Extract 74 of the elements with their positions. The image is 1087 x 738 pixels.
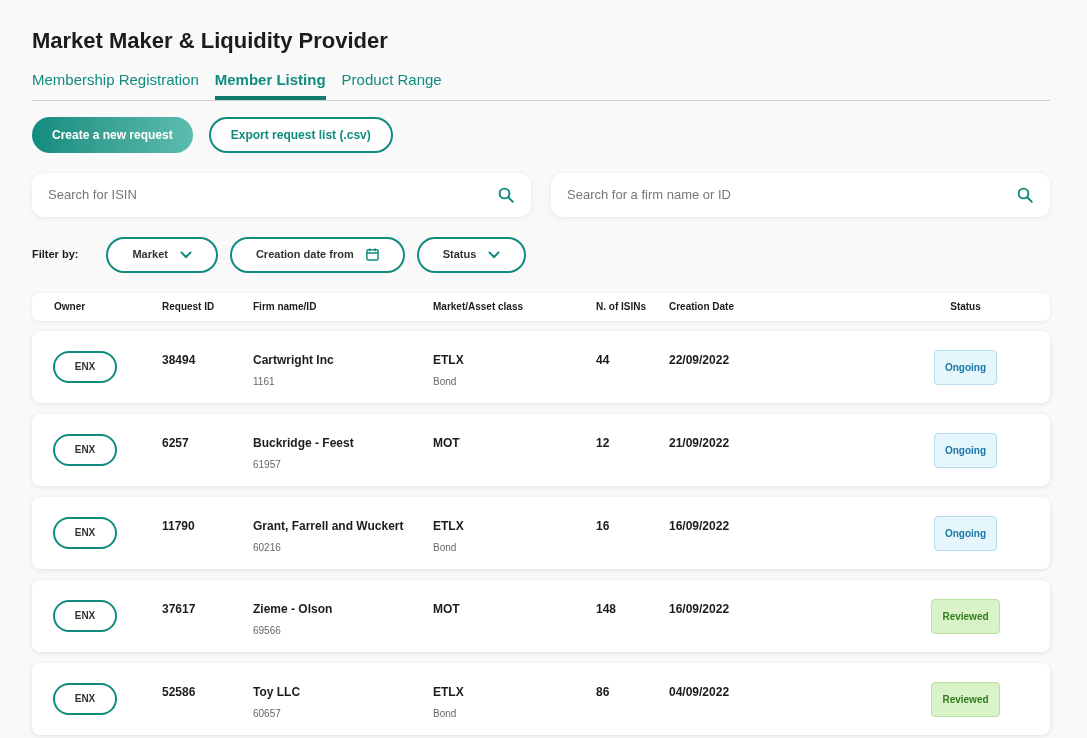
owner-tag: ENX bbox=[53, 516, 117, 549]
request-id: 52586 bbox=[162, 683, 197, 701]
request-id: 37617 bbox=[162, 600, 197, 618]
firm-id: 61957 bbox=[253, 457, 282, 472]
tab[interactable]: Membership Registration bbox=[32, 69, 199, 100]
firm-id: 69566 bbox=[253, 623, 282, 638]
firm-name: Buckridge - Feest bbox=[253, 434, 355, 452]
market: MOT bbox=[433, 434, 461, 452]
firm-id: 60216 bbox=[253, 540, 282, 555]
creation-date: 16/09/2022 bbox=[669, 517, 731, 535]
owner-tag: ENX bbox=[53, 433, 117, 466]
firm-id: 60657 bbox=[253, 706, 282, 721]
status-badge: Reviewed bbox=[931, 681, 1000, 717]
table-row[interactable]: ENX 37617 Zieme - Olson 69566 MOT 148 16/09/2022 Reviewed bbox=[32, 579, 1050, 652]
asset-class: Bond bbox=[433, 374, 458, 389]
column-header: Creation Date bbox=[669, 300, 735, 314]
column-header: N. of ISINs bbox=[596, 300, 647, 314]
table-row[interactable]: ENX 6257 Buckridge - Feest 61957 MOT 12 21/09/2022 Ongoing bbox=[32, 413, 1050, 486]
export-button[interactable]: Export request list (.csv) bbox=[208, 116, 393, 153]
status-badge: Ongoing bbox=[933, 515, 998, 551]
column-header: Firm name/ID bbox=[253, 300, 318, 314]
column-header: Request ID bbox=[162, 300, 216, 314]
status-badge: Reviewed bbox=[931, 598, 1000, 634]
creation-date: 16/09/2022 bbox=[669, 600, 731, 618]
asset-class: Bond bbox=[433, 540, 458, 555]
search-icon bbox=[1016, 185, 1034, 204]
search-field[interactable]: Search for a firm name or ID bbox=[551, 172, 1050, 217]
firm-id: 1161 bbox=[253, 374, 276, 389]
column-header: Status bbox=[949, 300, 982, 314]
filter-label: Status bbox=[442, 247, 477, 263]
filter-label: Market bbox=[132, 247, 168, 263]
market: ETLX bbox=[433, 517, 465, 535]
firm-name: Zieme - Olson bbox=[253, 600, 334, 618]
owner-tag: ENX bbox=[53, 350, 117, 383]
filter-label: Creation date from bbox=[255, 247, 354, 263]
table-row[interactable]: ENX 38494 Cartwright Inc 1161 ETLX Bond 44 22/09/2022 Ongoing bbox=[32, 330, 1050, 403]
chevron-down-icon bbox=[488, 250, 501, 259]
filter-dropdown[interactable]: Market bbox=[106, 236, 218, 273]
chevron-down-icon bbox=[179, 250, 192, 259]
tab[interactable]: Member Listing bbox=[214, 69, 326, 100]
creation-date: 22/09/2022 bbox=[669, 351, 731, 369]
firm-name: Grant, Farrell and Wuckert bbox=[253, 517, 405, 535]
status-badge: Ongoing bbox=[933, 432, 998, 468]
request-id: 6257 bbox=[162, 434, 190, 452]
market: MOT bbox=[433, 600, 461, 618]
request-id: 38494 bbox=[162, 351, 197, 369]
isin-count: 16 bbox=[596, 517, 611, 535]
isin-count: 86 bbox=[596, 683, 611, 701]
column-header: Owner bbox=[53, 300, 87, 314]
owner-tag: ENX bbox=[53, 599, 117, 632]
filter-dropdown[interactable]: Creation date from bbox=[229, 236, 405, 273]
search-field[interactable]: Search for ISIN bbox=[32, 172, 531, 217]
asset-class: Bond bbox=[433, 706, 458, 721]
creation-date: 21/09/2022 bbox=[669, 434, 731, 452]
table-row[interactable]: ENX 11790 Grant, Farrell and Wuckert 60216 ETLX Bond 16 16/09/2022 Ongoing bbox=[32, 496, 1050, 569]
market: ETLX bbox=[433, 351, 465, 369]
market: ETLX bbox=[433, 683, 465, 701]
isin-count: 148 bbox=[596, 600, 618, 618]
filter-label: Filter by: bbox=[32, 247, 79, 263]
column-header: Market/Asset class bbox=[433, 300, 525, 314]
creation-date: 04/09/2022 bbox=[669, 683, 731, 701]
table-row[interactable]: ENX 52586 Toy LLC 60657 ETLX Bond 86 04/09/2022 Reviewed bbox=[32, 662, 1050, 735]
firm-name: Cartwright Inc bbox=[253, 351, 335, 369]
tab[interactable]: Product Range bbox=[341, 69, 442, 100]
filter-dropdown[interactable]: Status bbox=[416, 236, 527, 273]
calendar-icon bbox=[365, 248, 379, 261]
isin-count: 12 bbox=[596, 434, 611, 452]
isin-count: 44 bbox=[596, 351, 611, 369]
request-id: 11790 bbox=[162, 517, 196, 535]
owner-tag: ENX bbox=[53, 682, 117, 715]
search-icon bbox=[497, 185, 515, 204]
status-badge: Ongoing bbox=[933, 349, 998, 385]
page-title: Market Maker & Liquidity Provider bbox=[32, 27, 389, 55]
firm-name: Toy LLC bbox=[253, 683, 302, 701]
